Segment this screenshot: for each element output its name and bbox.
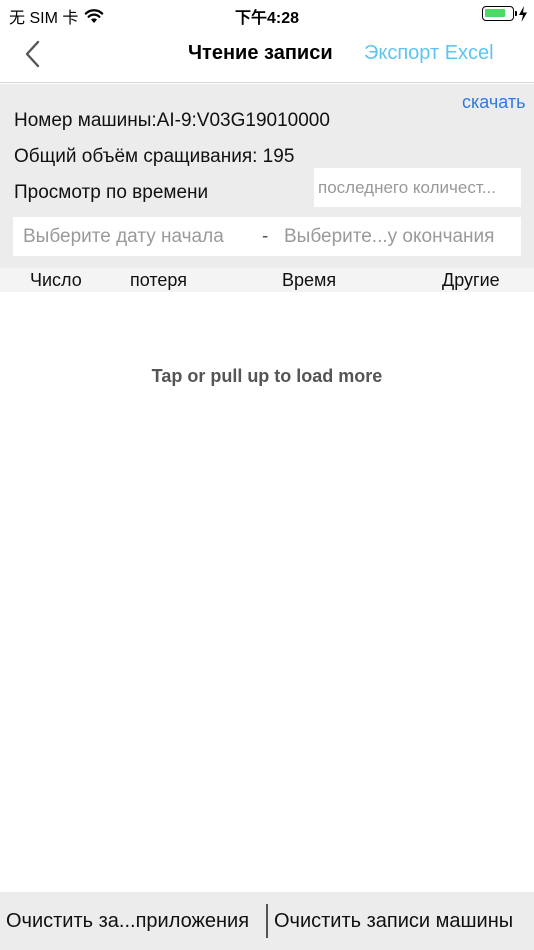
clear-machine-records-button[interactable]: Очистить записи машины (274, 910, 513, 933)
machine-number: Номер машины:AI-9:V03G19010000 (14, 110, 330, 131)
export-excel-button[interactable]: Экспорт Excel (364, 42, 494, 65)
end-date-field[interactable]: Выберите...у окончания (284, 226, 494, 248)
back-button[interactable] (18, 38, 48, 70)
load-more-button[interactable]: Tap or pull up to load more (0, 366, 534, 387)
column-header-other: Другие (442, 270, 500, 290)
chevron-left-icon (25, 40, 40, 68)
clear-app-records-button[interactable]: Очистить за...приложения (6, 910, 249, 933)
date-separator: - (262, 226, 269, 247)
table-header: Число потеря Время Другие (0, 268, 534, 292)
column-header-number: Число (30, 270, 82, 290)
column-header-loss: потеря (130, 270, 187, 290)
bottom-toolbar: Очистить за...приложения Очистить записи… (0, 892, 534, 950)
column-header-time: Время (282, 270, 337, 290)
last-count-input[interactable]: последнего количест... (314, 168, 521, 207)
info-panel: скачать Номер машины:AI-9:V03G19010000 О… (0, 84, 534, 268)
status-bar: 无 SIM 卡 下午4:28 (0, 0, 534, 28)
view-by-time-label: Просмотр по времени (14, 182, 209, 203)
date-range-picker: Выберите дату начала - Выберите...у окон… (13, 217, 521, 256)
charging-bolt-icon (519, 6, 527, 22)
battery-icon (482, 6, 517, 21)
toolbar-divider (266, 904, 268, 938)
start-date-field[interactable]: Выберите дату начала (23, 226, 224, 248)
download-link[interactable]: скачать (462, 92, 526, 113)
status-time: 下午4:28 (234, 10, 300, 27)
navigation-bar: Чтение записи Экспорт Excel (0, 28, 534, 83)
page-title: Чтение записи (188, 42, 333, 64)
battery-nub (515, 11, 517, 16)
total-splice-count: Общий объём сращивания: 195 (14, 146, 295, 167)
battery-level (485, 9, 505, 17)
